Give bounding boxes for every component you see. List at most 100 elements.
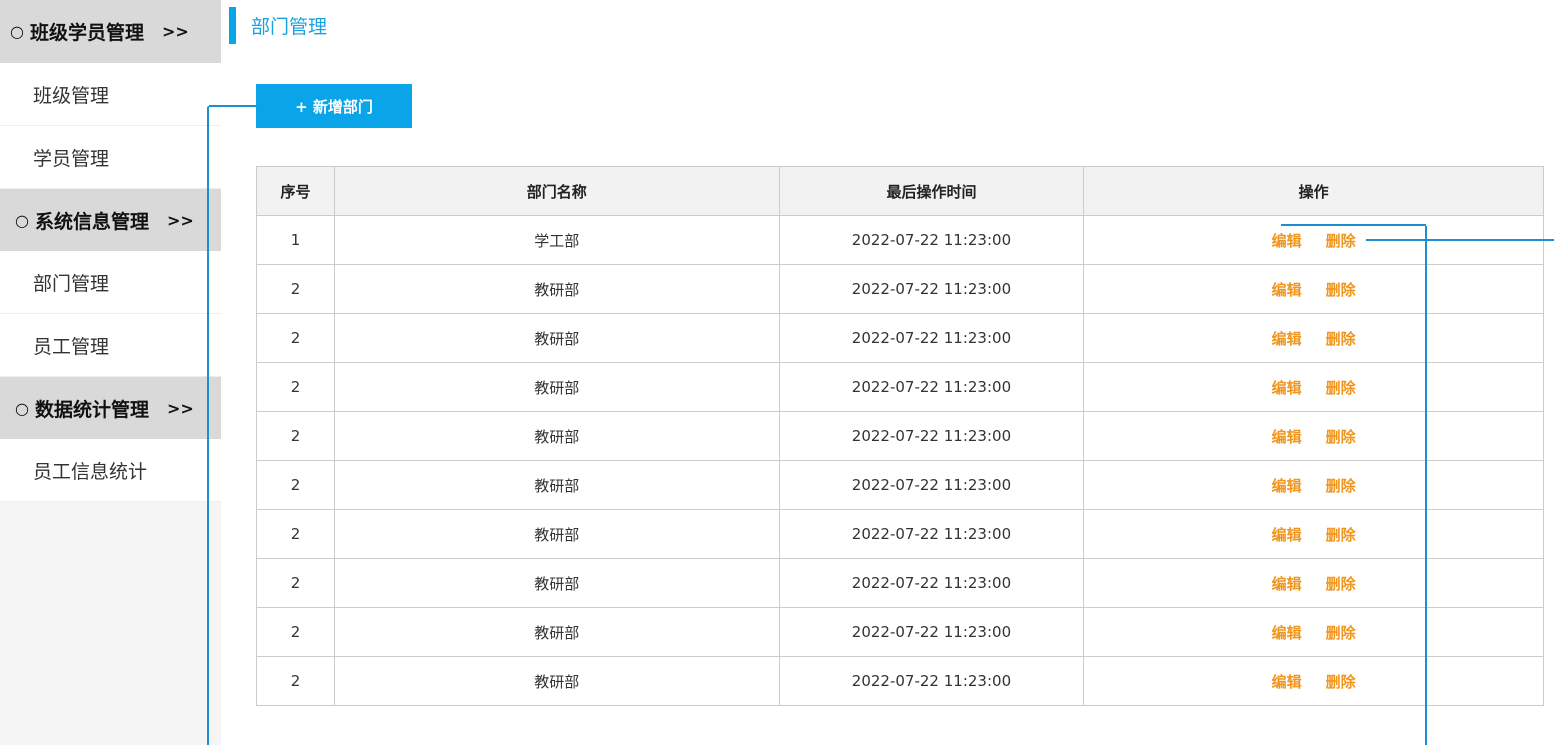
table-row: 2 教研部 2022-07-22 11:23:00 编辑 删除 <box>256 509 1544 559</box>
sidebar-item-employee-statistics[interactable]: 员工信息统计 <box>0 439 221 502</box>
column-header-actions: 操作 <box>1083 166 1544 216</box>
table-row: 2 教研部 2022-07-22 11:23:00 编辑 删除 <box>256 460 1544 510</box>
column-header-index: 序号 <box>256 166 335 216</box>
sidebar-group-label: 数据统计管理 <box>34 398 149 421</box>
cell-actions: 编辑 删除 <box>1083 264 1544 314</box>
edit-link[interactable]: 编辑 <box>1272 377 1302 398</box>
delete-link[interactable]: 删除 <box>1326 524 1356 545</box>
sidebar-item-label: 员工信息统计 <box>33 460 148 483</box>
edit-link[interactable]: 编辑 <box>1272 426 1302 447</box>
table-row: 2 教研部 2022-07-22 11:23:00 编辑 删除 <box>256 656 1544 706</box>
cell-actions: 编辑 删除 <box>1083 509 1544 559</box>
table-row: 2 教研部 2022-07-22 11:23:00 编辑 删除 <box>256 558 1544 608</box>
title-accent-bar <box>229 7 236 44</box>
table-row: 2 教研部 2022-07-22 11:23:00 编辑 删除 <box>256 313 1544 363</box>
sidebar-group-class-students[interactable]: ○ 班级学员管理 >> <box>0 0 221 63</box>
annotation-line <box>1281 224 1426 226</box>
sidebar-item-label: 员工管理 <box>33 335 110 358</box>
cell-index: 2 <box>256 313 335 363</box>
sidebar-group-data-statistics[interactable]: ○ 数据统计管理 >> <box>0 377 221 439</box>
cell-last-modified: 2022-07-22 11:23:00 <box>778 656 1085 706</box>
cell-last-modified: 2022-07-22 11:23:00 <box>778 411 1085 461</box>
cell-index: 2 <box>256 509 335 559</box>
annotation-line <box>209 105 257 107</box>
sidebar-group-label: 系统信息管理 <box>34 210 149 233</box>
sidebar-item-employee-management[interactable]: 员工管理 <box>0 314 221 377</box>
cell-actions: 编辑 删除 <box>1083 411 1544 461</box>
sidebar-item-student-management[interactable]: 学员管理 <box>0 126 221 189</box>
cell-index: 1 <box>256 215 335 265</box>
delete-link[interactable]: 删除 <box>1326 622 1356 643</box>
table-row: 2 教研部 2022-07-22 11:23:00 编辑 删除 <box>256 411 1544 461</box>
cell-department-name: 教研部 <box>333 656 780 706</box>
delete-link[interactable]: 删除 <box>1326 230 1356 251</box>
sidebar-group-label: 班级学员管理 <box>29 22 144 44</box>
cell-actions: 编辑 删除 <box>1083 656 1544 706</box>
cell-last-modified: 2022-07-22 11:23:00 <box>778 362 1085 412</box>
cell-actions: 编辑 删除 <box>1083 607 1544 657</box>
cell-index: 2 <box>256 362 335 412</box>
delete-link[interactable]: 删除 <box>1326 671 1356 692</box>
cell-department-name: 教研部 <box>333 607 780 657</box>
delete-link[interactable]: 删除 <box>1326 426 1356 447</box>
cell-last-modified: 2022-07-22 11:23:00 <box>778 215 1085 265</box>
cell-last-modified: 2022-07-22 11:23:00 <box>778 264 1085 314</box>
delete-link[interactable]: 删除 <box>1326 279 1356 300</box>
cell-department-name: 教研部 <box>333 411 780 461</box>
cell-actions: 编辑 删除 <box>1083 313 1544 363</box>
edit-link[interactable]: 编辑 <box>1272 279 1302 300</box>
cell-last-modified: 2022-07-22 11:23:00 <box>778 607 1085 657</box>
table-row: 2 教研部 2022-07-22 11:23:00 编辑 删除 <box>256 607 1544 657</box>
cell-last-modified: 2022-07-22 11:23:00 <box>778 313 1085 363</box>
sidebar-item-department-management[interactable]: 部门管理 <box>0 251 221 314</box>
cell-last-modified: 2022-07-22 11:23:00 <box>778 558 1085 608</box>
cell-last-modified: 2022-07-22 11:23:00 <box>778 509 1085 559</box>
cell-department-name: 教研部 <box>333 264 780 314</box>
cell-index: 2 <box>256 411 335 461</box>
edit-link[interactable]: 编辑 <box>1272 573 1302 594</box>
sidebar-item-class-management[interactable]: 班级管理 <box>0 63 221 126</box>
add-department-button[interactable]: + 新增部门 <box>256 84 412 128</box>
circle-bullet-icon: ○ <box>15 210 29 230</box>
sidebar-item-label: 班级管理 <box>33 84 110 107</box>
annotation-line <box>1366 239 1554 241</box>
cell-department-name: 教研部 <box>333 313 780 363</box>
annotation-line <box>1425 226 1427 745</box>
edit-link[interactable]: 编辑 <box>1272 524 1302 545</box>
delete-link[interactable]: 删除 <box>1326 328 1356 349</box>
sidebar-item-label: 学员管理 <box>33 147 110 170</box>
circle-bullet-icon: ○ <box>15 398 29 418</box>
table-row: 1 学工部 2022-07-22 11:23:00 编辑 删除 <box>256 215 1544 265</box>
table-row: 2 教研部 2022-07-22 11:23:00 编辑 删除 <box>256 362 1544 412</box>
table-body: 1 学工部 2022-07-22 11:23:00 编辑 删除 2 教研部 2022-07-2… <box>256 215 1544 706</box>
circle-bullet-icon: ○ <box>10 22 24 41</box>
cell-actions: 编辑 删除 <box>1083 362 1544 412</box>
annotation-line <box>207 106 209 745</box>
edit-link[interactable]: 编辑 <box>1272 622 1302 643</box>
table-row: 2 教研部 2022-07-22 11:23:00 编辑 删除 <box>256 264 1544 314</box>
double-chevron-icon: >> <box>166 210 194 230</box>
sidebar-group-system-info[interactable]: ○ 系统信息管理 >> <box>0 189 221 251</box>
cell-index: 2 <box>256 460 335 510</box>
cell-department-name: 教研部 <box>333 362 780 412</box>
cell-actions: 编辑 删除 <box>1083 460 1544 510</box>
page-header: 部门管理 <box>229 7 327 44</box>
delete-link[interactable]: 删除 <box>1326 573 1356 594</box>
cell-actions: 编辑 删除 <box>1083 558 1544 608</box>
edit-link[interactable]: 编辑 <box>1272 475 1302 496</box>
cell-department-name: 学工部 <box>333 215 780 265</box>
cell-index: 2 <box>256 558 335 608</box>
column-header-time: 最后操作时间 <box>778 166 1085 216</box>
table-header-row: 序号 部门名称 最后操作时间 操作 <box>256 166 1544 216</box>
page-title: 部门管理 <box>251 16 328 38</box>
edit-link[interactable]: 编辑 <box>1272 671 1302 692</box>
edit-link[interactable]: 编辑 <box>1272 230 1302 251</box>
double-chevron-icon: >> <box>166 398 194 418</box>
cell-index: 2 <box>256 607 335 657</box>
edit-link[interactable]: 编辑 <box>1272 328 1302 349</box>
delete-link[interactable]: 删除 <box>1326 475 1356 496</box>
double-chevron-icon: >> <box>161 22 189 41</box>
cell-last-modified: 2022-07-22 11:23:00 <box>778 460 1085 510</box>
column-header-name: 部门名称 <box>333 166 780 216</box>
delete-link[interactable]: 删除 <box>1326 377 1356 398</box>
